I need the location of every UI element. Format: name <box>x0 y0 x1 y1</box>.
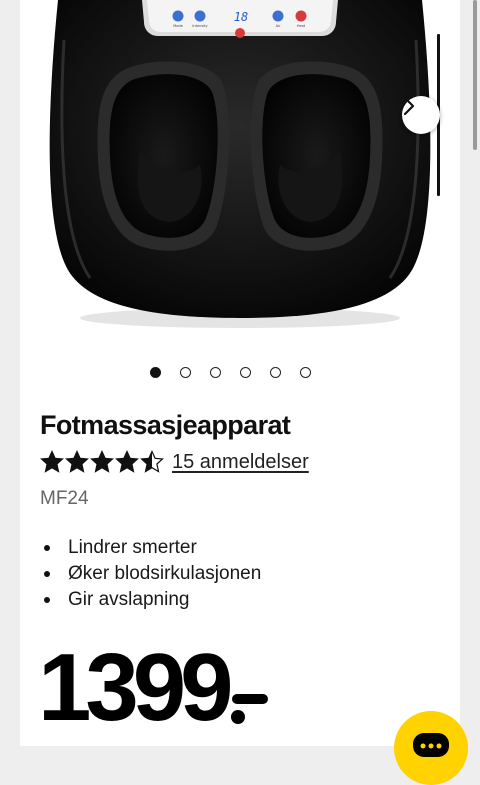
feature-item: Lindrer smerter <box>40 535 261 561</box>
product-image: 18 Mode Intensity Air Heat <box>49 0 431 328</box>
next-image-button[interactable] <box>402 96 440 134</box>
device-control-panel: 18 Mode Intensity Air Heat <box>142 0 338 38</box>
svg-text:Intensity: Intensity <box>192 24 207 28</box>
feature-item: Gir avslapning <box>40 587 261 613</box>
bullet-icon <box>44 597 50 603</box>
left-foot-cavity <box>97 61 230 251</box>
gallery-dot[interactable] <box>180 367 191 378</box>
svg-text:Heat: Heat <box>297 24 306 28</box>
right-foot-cavity <box>250 61 383 251</box>
star-icon <box>40 450 64 473</box>
product-image-gallery[interactable]: 18 Mode Intensity Air Heat <box>20 0 460 345</box>
bullet-icon <box>44 545 50 551</box>
svg-text:Mode: Mode <box>173 24 183 28</box>
gallery-dot[interactable] <box>240 367 251 378</box>
feature-item: Øker blodsirkulasjonen <box>40 561 261 587</box>
star-icon <box>115 450 139 473</box>
price-dot <box>231 710 245 724</box>
gallery-dot[interactable] <box>300 367 311 378</box>
gallery-pagination <box>150 367 311 378</box>
model-number: MF24 <box>40 488 89 509</box>
rating-stars <box>40 450 164 474</box>
star-icon <box>65 450 89 473</box>
bullet-icon <box>44 571 50 577</box>
gallery-dot[interactable] <box>150 367 161 378</box>
gallery-dot[interactable] <box>210 367 221 378</box>
product-title: Fotmassasjeapparat <box>40 410 291 440</box>
svg-text:18: 18 <box>234 10 248 24</box>
price: 1399 <box>38 634 234 741</box>
star-icon <box>90 450 114 473</box>
rating-row: 15 anmeldelser <box>40 450 309 474</box>
feature-list: Lindrer smerter Øker blodsirkulasjonen G… <box>40 535 261 613</box>
price-dash <box>232 694 268 704</box>
svg-text:Air: Air <box>276 24 281 28</box>
reviews-link[interactable]: 15 anmeldelser <box>172 451 309 474</box>
chat-button[interactable] <box>394 711 468 785</box>
gallery-dot[interactable] <box>270 367 281 378</box>
star-icon <box>140 450 164 473</box>
page-scrollbar[interactable] <box>473 0 477 150</box>
product-card: 18 Mode Intensity Air Heat Fotmassasjeap… <box>20 0 460 746</box>
